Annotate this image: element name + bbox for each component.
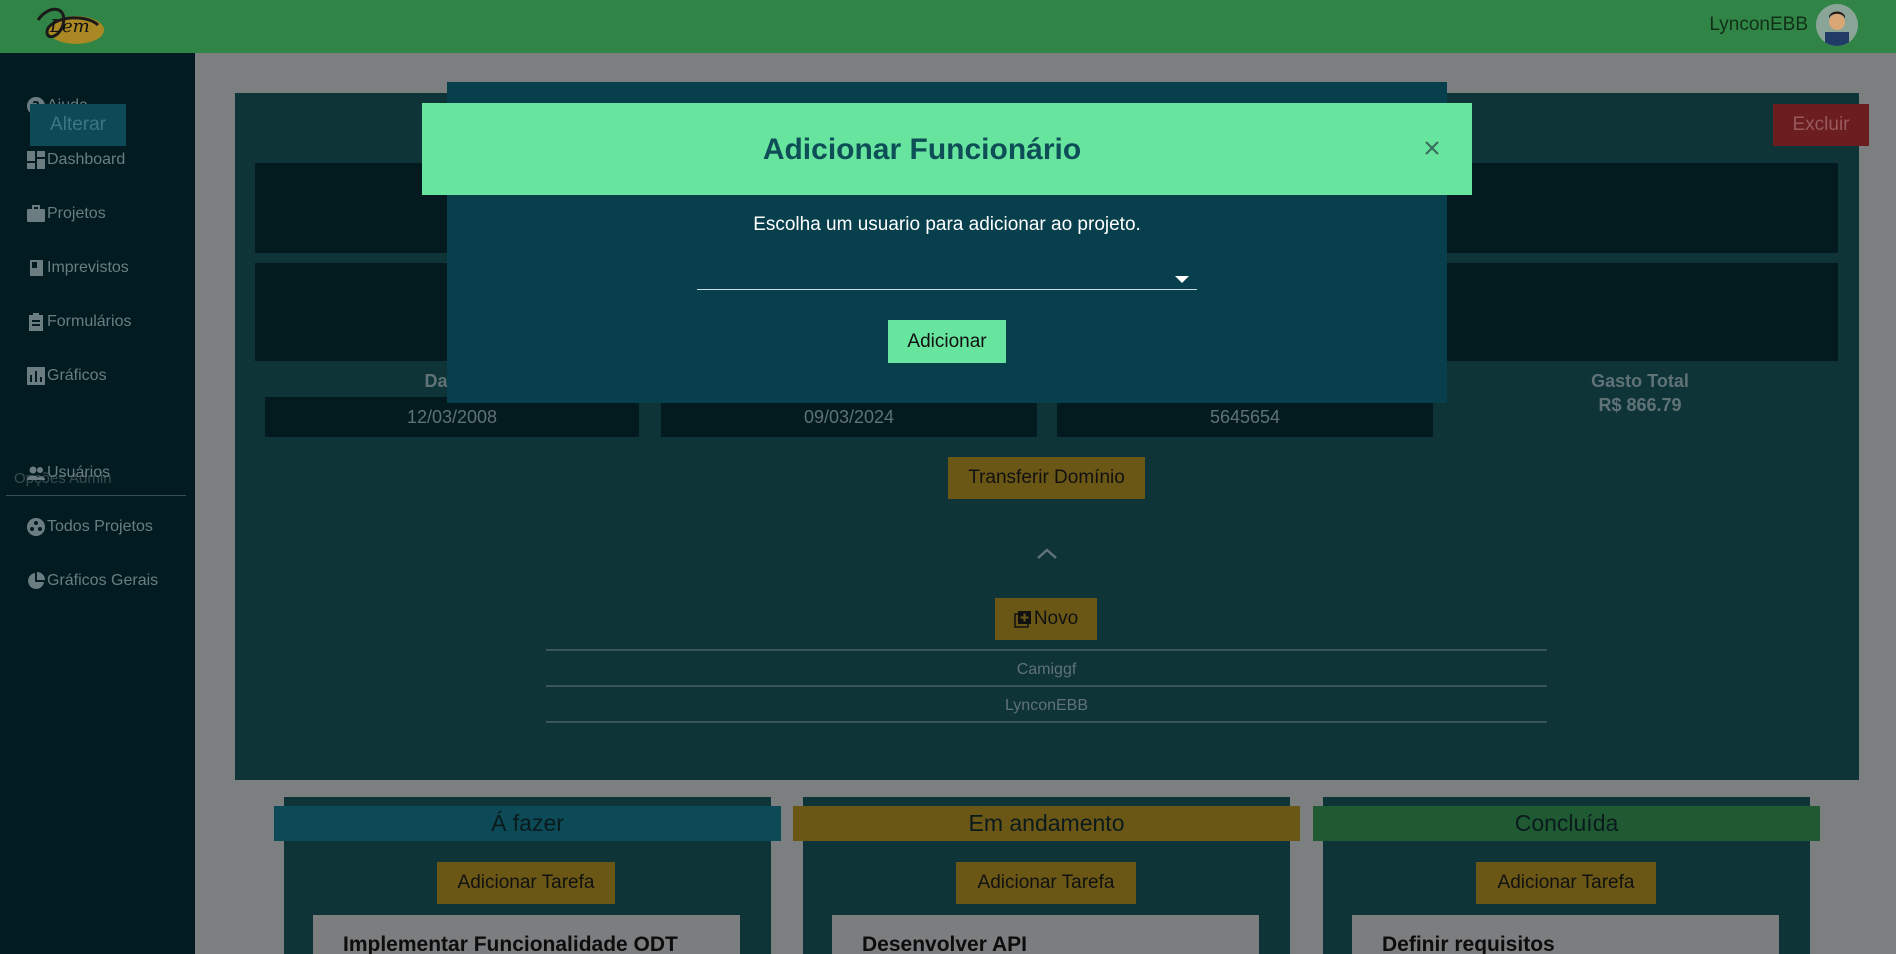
modal-title: Adicionar Funcionário	[762, 133, 1082, 166]
chevron-down-icon	[1175, 276, 1189, 283]
book-icon	[26, 258, 46, 278]
alterar-button[interactable]: Alterar	[30, 104, 126, 146]
task-card[interactable]: Implementar Funcionalidade ODT	[313, 915, 740, 954]
sidebar-item-label: Formulários	[47, 313, 132, 330]
clipboard-icon	[26, 312, 46, 332]
sidebar-item-usuarios[interactable]: Usuários	[26, 459, 110, 487]
total-spent-value: R$ 866.79	[1598, 395, 1682, 415]
top-bar: Lem LynconEBB	[0, 0, 1896, 53]
sidebar-item-dashboard[interactable]: Dashboard	[26, 146, 125, 174]
total-spent-label: Gasto Total	[1591, 371, 1689, 391]
sidebar-item-label: Dashboard	[47, 151, 126, 168]
transfer-domain-button[interactable]: Transferir Domínio	[948, 457, 1145, 499]
sidebar-item-label: Gráficos	[47, 367, 107, 384]
kanban-column-title: Concluída	[1313, 806, 1820, 841]
sidebar-item-todos-projetos[interactable]: Todos Projetos	[26, 513, 153, 541]
bar-chart-icon	[26, 366, 46, 386]
budget-value: 5645654	[1057, 397, 1433, 437]
sidebar: ? Ajuda Dashboard Projetos Imprevistos F…	[0, 53, 195, 954]
add-task-button[interactable]: Adicionar Tarefa	[956, 862, 1136, 904]
sidebar-item-formularios[interactable]: Formulários	[26, 308, 131, 336]
add-task-button[interactable]: Adicionar Tarefa	[437, 862, 615, 904]
end-date-value: 09/03/2024	[661, 397, 1037, 437]
task-card[interactable]: Definir requisitos	[1352, 915, 1779, 954]
sidebar-item-label: Imprevistos	[47, 259, 129, 276]
user-avatar[interactable]	[1816, 4, 1858, 46]
sidebar-item-label: Projetos	[47, 205, 106, 222]
kanban-column-title: Á fazer	[274, 806, 781, 841]
sidebar-item-graficos[interactable]: Gráficos	[26, 362, 107, 390]
sidebar-item-label: Usuários	[47, 464, 111, 481]
modal-header: Adicionar Funcionário	[422, 103, 1472, 195]
new-member-button[interactable]: Novo	[995, 598, 1097, 640]
briefcase-icon	[26, 204, 46, 224]
projects-icon	[26, 517, 46, 537]
sidebar-item-label: Gráficos Gerais	[47, 572, 159, 589]
member-item[interactable]: Camiggf	[546, 661, 1547, 679]
task-card[interactable]: Desenvolver API	[832, 915, 1259, 954]
add-task-button[interactable]: Adicionar Tarefa	[1476, 862, 1656, 904]
pie-chart-icon	[26, 571, 46, 591]
excluir-button[interactable]: Excluir	[1773, 104, 1869, 146]
add-box-icon	[1014, 610, 1032, 628]
username-label[interactable]: LynconEBB	[1709, 14, 1808, 36]
user-select[interactable]	[697, 268, 1197, 290]
member-divider	[546, 685, 1547, 687]
kanban-column-title: Em andamento	[793, 806, 1300, 841]
sidebar-item-imprevistos[interactable]: Imprevistos	[26, 254, 129, 282]
start-date-value: 12/03/2008	[265, 397, 639, 437]
add-employee-button[interactable]: Adicionar	[888, 320, 1006, 363]
collapse-chevron-icon[interactable]	[1035, 545, 1059, 561]
modal-description: Escolha um usuario para adicionar ao pro…	[753, 214, 1141, 235]
users-icon	[26, 463, 46, 483]
sidebar-item-projetos[interactable]: Projetos	[26, 200, 106, 228]
app-logo[interactable]: Lem	[28, 0, 108, 50]
svg-text:Lem: Lem	[49, 16, 90, 37]
close-icon[interactable]	[1420, 136, 1444, 160]
sidebar-item-label: Todos Projetos	[47, 518, 153, 535]
admin-divider	[6, 495, 186, 496]
member-item[interactable]: LynconEBB	[546, 697, 1547, 715]
new-member-label: Novo	[1033, 608, 1079, 629]
member-divider	[546, 721, 1547, 723]
sidebar-item-graficos-gerais[interactable]: Gráficos Gerais	[26, 567, 158, 595]
dashboard-icon	[26, 150, 46, 170]
member-divider	[546, 649, 1547, 651]
